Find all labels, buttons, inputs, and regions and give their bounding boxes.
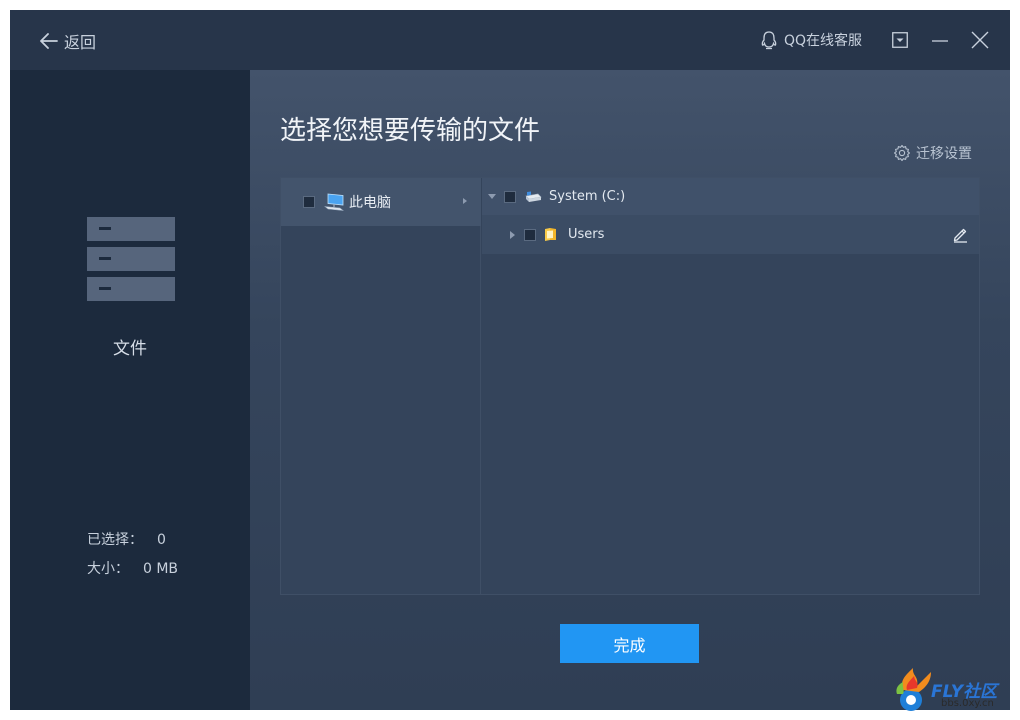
selected-count-label: 已选择： [87, 532, 143, 548]
watermark-url: bbs.0xy.cn [941, 698, 994, 709]
done-button[interactable]: 完成 [560, 624, 699, 663]
migration-settings-label: 迁移设置 [916, 146, 972, 162]
selected-count-row: 已选择： 0 [87, 526, 178, 555]
tree-row-users[interactable]: Users [482, 215, 979, 254]
this-pc-label: 此电脑 [349, 195, 391, 211]
server-rack-unit [87, 217, 175, 241]
title-bar-controls: QQ在线客服 [760, 10, 1010, 70]
source-list: 此电脑 [281, 178, 481, 594]
server-rack-icon [87, 217, 175, 307]
server-rack-unit [87, 247, 175, 271]
gear-icon [893, 144, 911, 162]
computer-icon [324, 193, 344, 211]
watermark-logo: FLY社区 bbs.0xy.cn [893, 660, 1017, 718]
users-folder-checkbox[interactable] [524, 228, 536, 241]
minimize-icon [932, 40, 948, 42]
server-rack-unit [87, 277, 175, 301]
selection-stats: 已选择： 0 大小： 0 MB [87, 526, 178, 584]
qq-support-label: QQ在线客服 [783, 33, 862, 49]
qq-support-button[interactable]: QQ在线客服 [760, 30, 862, 50]
file-picker: 此电脑 System (C:) Users [280, 177, 980, 595]
selected-size-label: 大小： [87, 561, 129, 577]
category-title: 文件 [113, 339, 147, 359]
users-folder-label: Users [568, 227, 605, 242]
close-icon [971, 31, 989, 49]
system-drive-label: System (C:) [549, 189, 626, 204]
folder-icon [545, 228, 556, 241]
folder-tree: System (C:) Users [482, 178, 979, 594]
menu-button[interactable] [880, 20, 920, 60]
app-window: 返回 QQ在线客服 文件 已选择： 0 大小： 0 MB 选择您想要传输的文件 … [10, 10, 1010, 710]
chevron-right-icon [463, 198, 467, 204]
page-title: 选择您想要传输的文件 [280, 116, 541, 146]
selected-count-value: 0 [157, 532, 166, 548]
left-panel: 文件 已选择： 0 大小： 0 MB [10, 70, 250, 710]
collapse-arrow-icon[interactable] [510, 230, 515, 239]
arrow-left-icon [40, 33, 58, 49]
back-button[interactable]: 返回 [40, 29, 96, 53]
drive-icon [525, 191, 542, 202]
close-button[interactable] [960, 20, 1000, 60]
minimize-button[interactable] [920, 20, 960, 60]
back-label: 返回 [64, 33, 97, 52]
this-pc-checkbox[interactable] [303, 196, 315, 208]
edit-button[interactable] [952, 226, 969, 247]
dropdown-menu-icon [892, 32, 908, 48]
tree-row-system-drive[interactable]: System (C:) [482, 178, 979, 215]
pencil-icon [953, 228, 967, 243]
source-item-this-pc[interactable]: 此电脑 [281, 178, 481, 226]
qq-icon [761, 31, 777, 50]
expand-arrow-icon[interactable] [488, 194, 496, 199]
title-bar: 返回 QQ在线客服 [10, 10, 1010, 70]
migration-settings-button[interactable]: 迁移设置 [893, 143, 972, 163]
selected-size-row: 大小： 0 MB [87, 555, 178, 584]
main-panel: 选择您想要传输的文件 迁移设置 此电脑 System (C:) Users 完成 [250, 70, 1010, 710]
system-drive-checkbox[interactable] [504, 190, 516, 203]
selected-size-value: 0 MB [143, 561, 179, 577]
